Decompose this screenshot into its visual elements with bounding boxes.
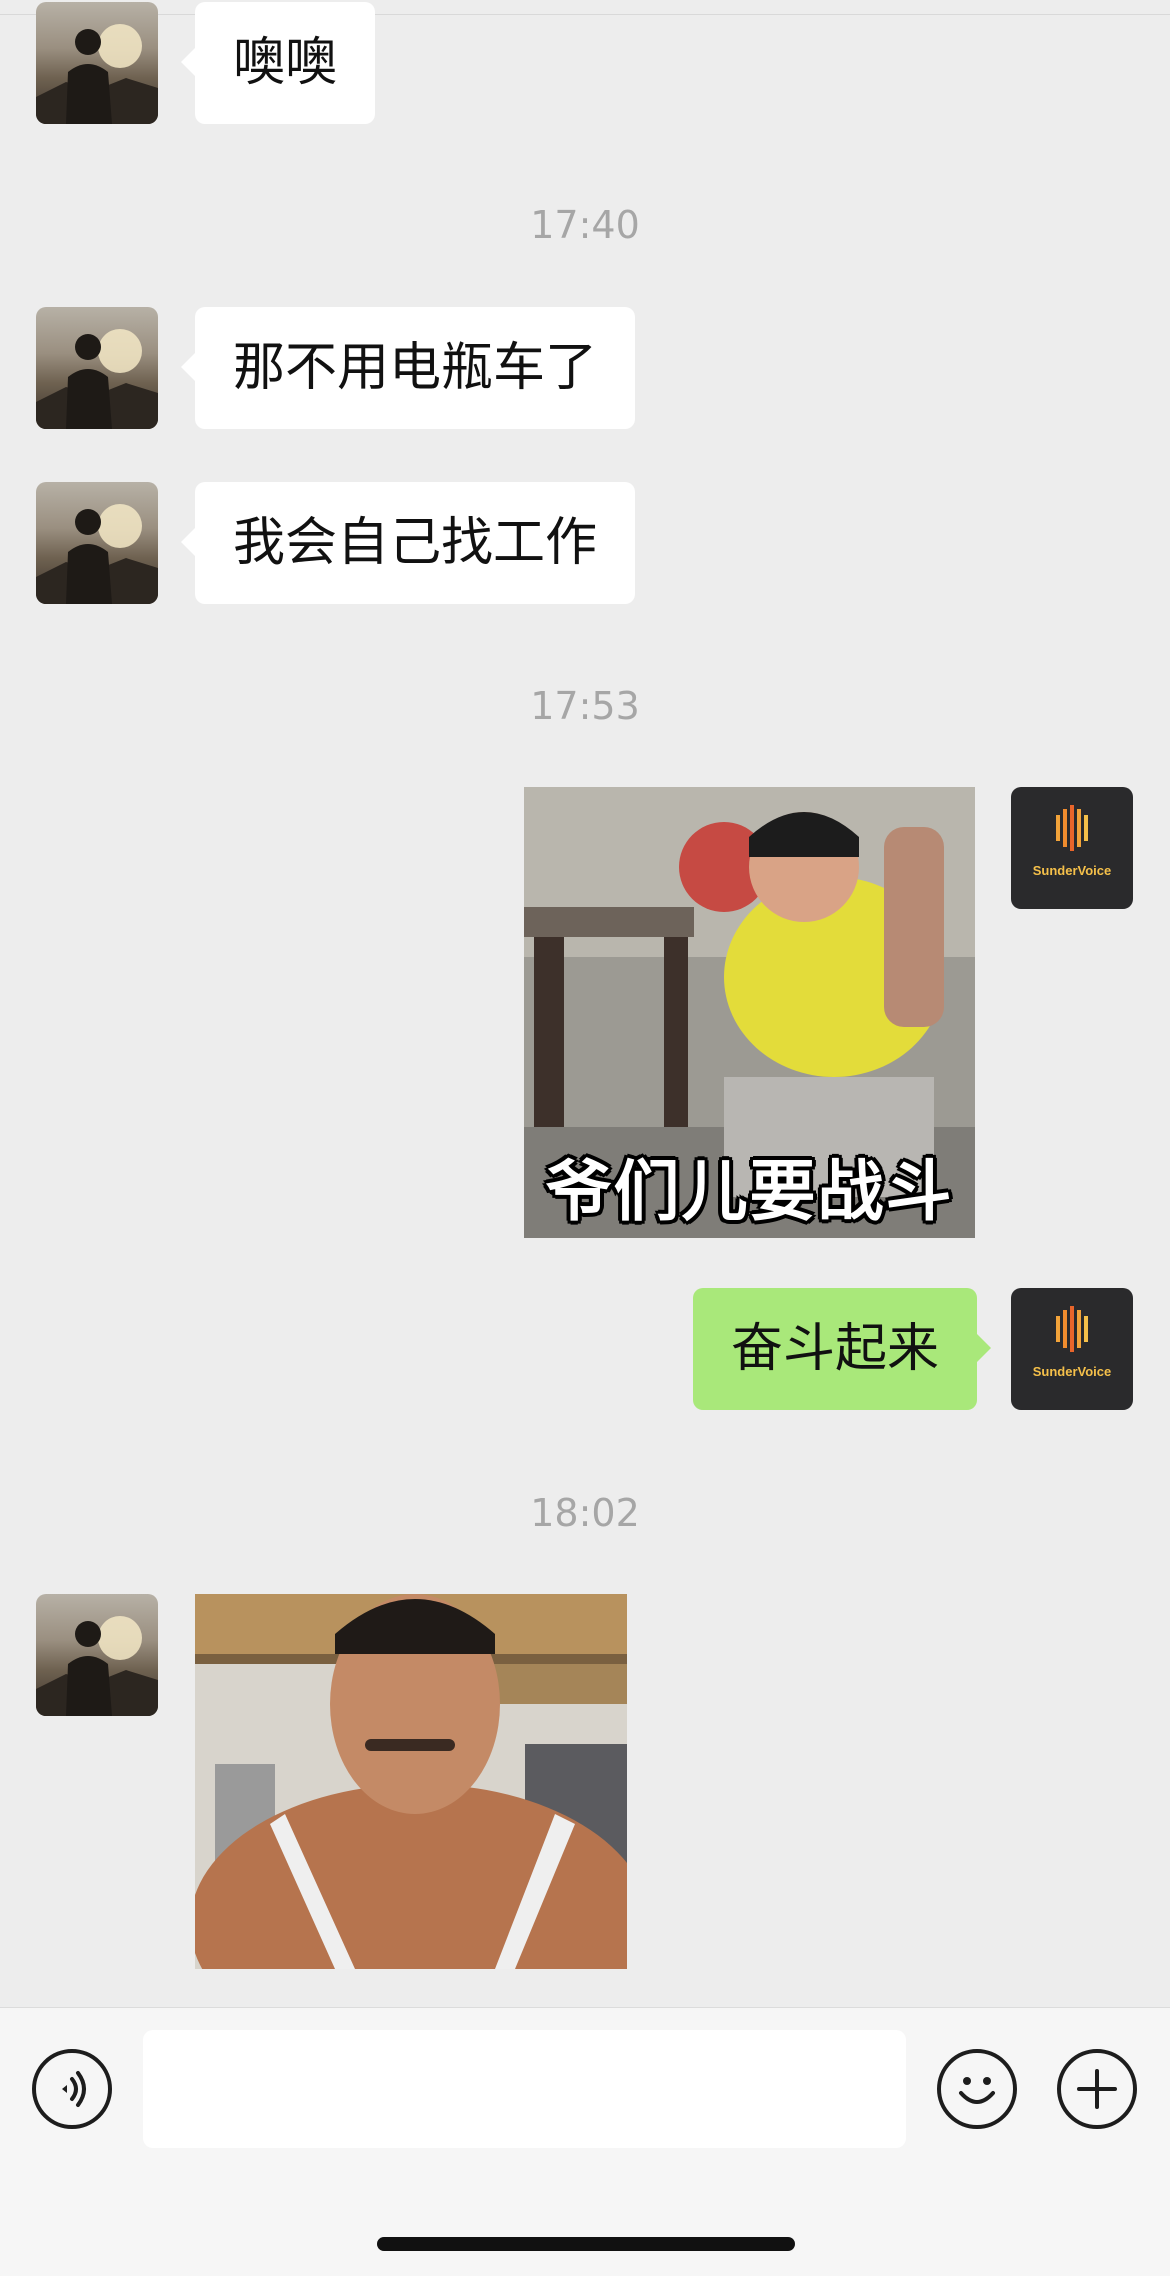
timestamp: 17:53 — [530, 684, 640, 728]
message-bubble[interactable]: 噢噢 — [180, 2, 376, 124]
message-bubble[interactable]: 那不用电瓶车了 — [180, 307, 636, 429]
emoji-button[interactable] — [937, 2049, 1017, 2129]
top-divider — [0, 14, 1170, 15]
plus-icon — [1077, 2069, 1117, 2109]
my-avatar[interactable]: SunderVoice — [1011, 787, 1133, 909]
voice-input-button[interactable] — [32, 2049, 112, 2129]
my-avatar-label: SunderVoice — [1033, 1364, 1112, 1379]
home-indicator[interactable] — [377, 2237, 795, 2251]
message-bubble[interactable]: 我会自己找工作 — [180, 482, 636, 604]
sticker-image[interactable] — [195, 1594, 627, 1969]
message-input[interactable] — [143, 2030, 906, 2148]
contact-avatar[interactable] — [36, 307, 158, 429]
emoji-icon — [959, 2077, 995, 2104]
sticker-caption: 爷们儿要战斗 — [545, 1153, 954, 1230]
sticker-image[interactable]: 爷们儿要战斗 — [524, 787, 975, 1238]
more-functions-button[interactable] — [1057, 2049, 1137, 2129]
message-bubble[interactable]: 奋斗起来 — [693, 1288, 992, 1410]
my-avatar-label: SunderVoice — [1033, 863, 1112, 878]
voice-icon — [62, 2071, 86, 2107]
my-avatar[interactable]: SunderVoice — [1011, 1288, 1133, 1410]
contact-avatar[interactable] — [36, 2, 158, 124]
timestamp: 18:02 — [530, 1491, 640, 1535]
contact-avatar[interactable] — [36, 482, 158, 604]
contact-avatar[interactable] — [36, 1594, 158, 1716]
timestamp: 17:40 — [530, 203, 640, 247]
